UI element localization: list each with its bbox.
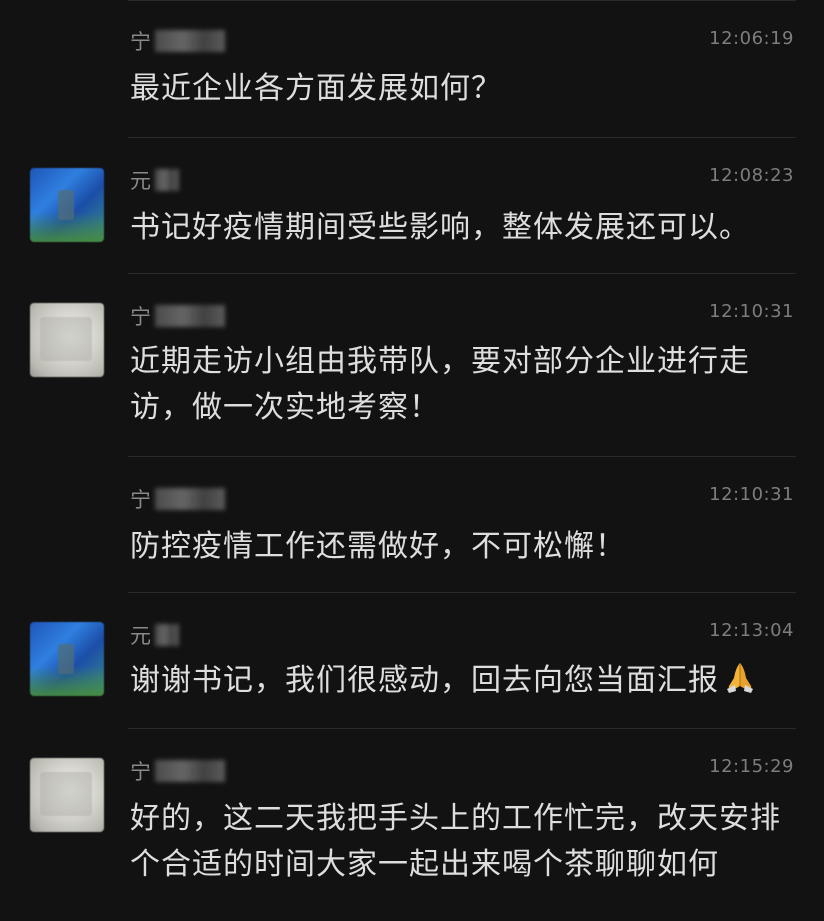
message-item[interactable]: 宁 12:10:31 防控疫情工作还需做好，不可松懈！ [0, 456, 824, 592]
message-item[interactable]: 宁 12:06:19 最近企业各方面发展如何？ [0, 0, 824, 137]
sender-name: 元 [130, 622, 179, 648]
redacted-name [155, 624, 179, 646]
sender-name-text: 元 [130, 624, 151, 648]
avatar[interactable] [30, 622, 104, 696]
message-timestamp: 12:06:19 [709, 28, 794, 49]
message-text-content: 谢谢书记，我们很感动，回去向您当面汇报 [130, 663, 719, 698]
message-timestamp: 12:15:29 [709, 756, 794, 777]
sender-name-text: 宁 [130, 488, 151, 512]
sender-name-text: 宁 [130, 760, 151, 784]
message-text[interactable]: 谢谢书记，我们很感动，回去向您当面汇报 [130, 658, 794, 704]
message-item[interactable]: 宁 12:10:31 近期走访小组由我带队，要对部分企业进行走访，做一次实地考察… [0, 273, 824, 456]
sender-name: 元 [130, 167, 179, 193]
message-timestamp: 12:10:31 [709, 301, 794, 322]
sender-name-text: 宁 [130, 30, 151, 54]
message-item[interactable]: 元 12:13:04 谢谢书记，我们很感动，回去向您当面汇报 [0, 592, 824, 728]
message-text[interactable]: 好的，这二天我把手头上的工作忙完，改天安排个合适的时间大家一起出来喝个茶聊聊如何 [130, 796, 794, 888]
message-timestamp: 12:10:31 [709, 484, 794, 505]
message-text[interactable]: 最近企业各方面发展如何？ [130, 66, 794, 112]
redacted-name [155, 305, 225, 327]
redacted-name [155, 30, 225, 52]
sender-name-text: 宁 [130, 305, 151, 329]
sender-name: 宁 [130, 486, 225, 512]
message-text[interactable]: 近期走访小组由我带队，要对部分企业进行走访，做一次实地考察！ [130, 339, 794, 431]
redacted-name [155, 488, 225, 510]
chat-message-list[interactable]: 宁 12:06:19 最近企业各方面发展如何？ 元 12:08:23 书记好疫情… [0, 0, 824, 921]
avatar[interactable] [30, 168, 104, 242]
avatar[interactable] [30, 303, 104, 377]
message-item[interactable]: 元 12:08:23 书记好疫情期间受些影响，整体发展还可以。 [0, 137, 824, 273]
sender-name-text: 元 [130, 169, 151, 193]
message-timestamp: 12:13:04 [709, 620, 794, 641]
redacted-name [155, 169, 179, 191]
message-text[interactable]: 防控疫情工作还需做好，不可松懈！ [130, 524, 794, 570]
message-item[interactable]: 宁 12:15:29 好的，这二天我把手头上的工作忙完，改天安排个合适的时间大家… [0, 728, 824, 921]
sender-name: 宁 [130, 758, 225, 784]
message-text[interactable]: 书记好疫情期间受些影响，整体发展还可以。 [130, 205, 794, 251]
sender-name: 宁 [130, 303, 225, 329]
message-timestamp: 12:08:23 [709, 165, 794, 186]
folded-hands-icon [727, 663, 753, 693]
avatar[interactable] [30, 758, 104, 832]
redacted-name [155, 760, 225, 782]
sender-name: 宁 [130, 28, 225, 54]
